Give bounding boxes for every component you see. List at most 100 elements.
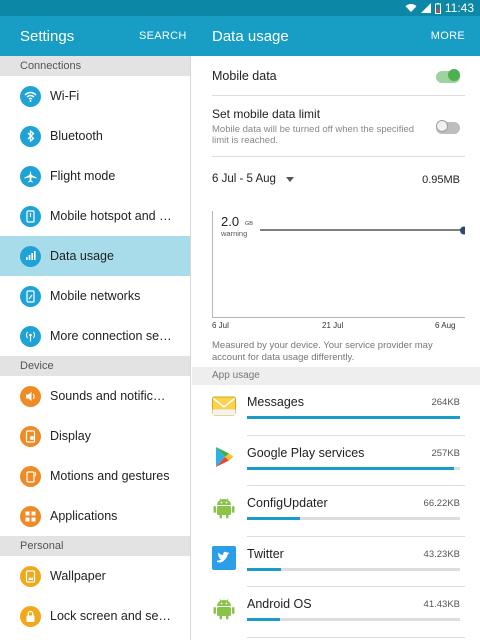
app-name: ConfigUpdater (247, 496, 328, 510)
warning-handle-icon (460, 226, 465, 235)
wifi-status-icon (405, 3, 417, 13)
usage-bar (247, 567, 460, 571)
sidebar-item-more-connections[interactable]: More connection settin.. (0, 316, 190, 356)
sidebar-item-label: Wallpaper (50, 569, 106, 583)
sidebar-item-label: Motions and gestures (50, 469, 170, 483)
bluetooth-icon (20, 125, 41, 147)
airplane-icon (20, 165, 41, 187)
mobile-data-row[interactable]: Mobile data (212, 56, 465, 96)
page-title: Data usage (212, 28, 289, 45)
usage-bar (247, 466, 460, 470)
dropdown-arrow-icon[interactable] (286, 177, 294, 182)
date-range-selector[interactable]: 6 Jul - 5 Aug (212, 173, 276, 185)
sidebar-item-wallpaper[interactable]: Wallpaper (0, 556, 190, 596)
app-usage-row[interactable]: Twitter 43.23KB (192, 537, 480, 587)
sidebar-item-label: Applications (50, 509, 118, 523)
sidebar-item-applications[interactable]: Applications (0, 496, 190, 536)
app-data-size: 264KB (431, 397, 460, 408)
battery-icon (434, 2, 441, 14)
app-usage-row[interactable]: Messages 264KB (192, 385, 480, 436)
status-bar: 11:43 (0, 0, 480, 16)
sidebar-item-label: More connection settin.. (50, 329, 172, 343)
sidebar-item-label: Mobile hotspot and tet.. (50, 209, 172, 223)
usage-bar-fill (247, 618, 280, 621)
more-connections-icon (20, 325, 41, 347)
motion-icon (20, 465, 41, 487)
data-limit-toggle[interactable] (436, 120, 460, 134)
clock: 11:43 (444, 1, 474, 15)
app-name: Twitter (247, 546, 284, 561)
sidebar-item-hotspot[interactable]: Mobile hotspot and tet.. (0, 196, 190, 236)
sidebar-item-wifi[interactable]: Wi-Fi (0, 76, 190, 116)
section-header-device: Device (0, 356, 190, 376)
app-name: Messages (247, 395, 304, 409)
signal-icon (420, 3, 431, 13)
sidebar-item-label: Mobile networks (50, 289, 141, 303)
x-axis-label-end: 6 Aug (435, 321, 456, 330)
warning-label: warning (221, 229, 248, 238)
warning-value: 2.0 (221, 214, 240, 229)
sidebar-item-bluetooth[interactable]: Bluetooth (0, 116, 190, 156)
usage-bar-fill (247, 517, 301, 520)
sidebar-item-label: Data usage (50, 249, 114, 263)
x-axis-label-mid: 21 Jul (322, 321, 344, 330)
wallpaper-icon (20, 565, 41, 587)
usage-bar-fill (247, 567, 282, 571)
action-bar: Settings SEARCH Data usage MORE (0, 16, 480, 56)
sidebar-item-sound[interactable]: Sounds and notification.. (0, 376, 190, 416)
sound-icon (20, 385, 41, 407)
usage-chart[interactable]: 2.0 GB warning 6 Jul 21 Jul 6 Aug Measur… (212, 201, 465, 367)
twitter-icon (212, 545, 236, 570)
sidebar-item-lock[interactable]: Lock screen and securi.. (0, 596, 190, 636)
android-icon (212, 596, 236, 620)
data-limit-description: Mobile data will be turned off when the … (212, 124, 415, 146)
app-usage-header: App usage (192, 367, 480, 385)
app-data-size: 257KB (431, 447, 460, 459)
android-icon (212, 495, 236, 519)
date-range-row[interactable]: 6 Jul - 5 Aug 0.95MB (212, 157, 465, 201)
settings-title: Settings (20, 28, 75, 45)
usage-bar-fill (247, 416, 460, 419)
sidebar-item-label: Lock screen and securi.. (50, 609, 172, 623)
app-data-size: 66.22KB (423, 498, 460, 509)
mobile-data-toggle[interactable] (436, 69, 460, 83)
data-usage-panel: Mobile data Set mobile data limit Mobile… (192, 56, 480, 640)
section-header-connections: Connections (0, 56, 190, 76)
lock-icon (20, 605, 41, 627)
data-limit-label: Set mobile data limit (212, 107, 321, 121)
sidebar-item-label: Wi-Fi (50, 89, 80, 103)
settings-sidebar: Connections Wi-Fi Bluetooth Flight mode Mobi… (0, 56, 191, 640)
app-usage-row[interactable]: ConfigUpdater 66.22KB (192, 486, 480, 537)
messages-icon (212, 394, 236, 418)
usage-bar (247, 416, 460, 419)
sidebar-item-mobile-networks[interactable]: Mobile networks (0, 276, 190, 316)
divider (247, 636, 465, 638)
sidebar-item-data-usage[interactable]: Data usage (0, 236, 190, 276)
more-button[interactable]: MORE (431, 30, 465, 42)
warning-unit: GB (245, 221, 253, 227)
search-button[interactable]: SEARCH (139, 30, 187, 42)
mobile-data-label: Mobile data (212, 69, 277, 83)
sidebar-item-label: Sounds and notification.. (50, 389, 172, 403)
app-usage-row[interactable]: Google Play services 257KB (192, 436, 480, 486)
data-limit-row[interactable]: Set mobile data limit Mobile data will b… (212, 96, 465, 157)
app-usage-row[interactable]: Android OS 41.43KB (192, 587, 480, 638)
sidebar-item-display[interactable]: Display (0, 416, 190, 456)
x-axis-label-start: 6 Jul (212, 321, 229, 330)
display-icon (20, 425, 41, 447)
app-name: Android OS (247, 597, 312, 611)
usage-bar-fill (247, 466, 454, 470)
sidebar-item-label: Bluetooth (50, 129, 103, 143)
sidebar-item-label: Display (50, 429, 91, 443)
data-used-amount: 0.95MB (422, 174, 460, 186)
app-data-size: 43.23KB (423, 548, 460, 560)
app-data-size: 41.43KB (423, 599, 460, 610)
sidebar-item-airplane[interactable]: Flight mode (0, 156, 190, 196)
sidebar-item-motion[interactable]: Motions and gestures (0, 456, 190, 496)
section-header-personal: Personal (0, 536, 190, 556)
wifi-icon (20, 85, 41, 107)
usage-bar (247, 618, 460, 621)
data-usage-icon (20, 245, 41, 267)
measurement-note: Measured by your device. Your service pr… (212, 340, 433, 363)
applications-icon (20, 505, 41, 527)
